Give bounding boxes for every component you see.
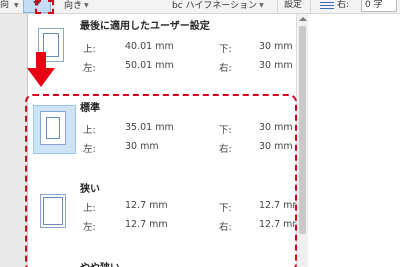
orientation-button[interactable]: 向き ▼	[64, 0, 89, 12]
hyphenation-label: bc ハイフネーション	[172, 1, 258, 11]
hyphenation-button[interactable]: bc ハイフネーション ▼	[172, 0, 264, 12]
annotation-highlight-box-small	[35, 0, 54, 14]
right-indent-input[interactable]: 0 字	[361, 0, 397, 12]
right-indent-label: 右:	[337, 0, 350, 10]
scrollbar-thumb[interactable]	[299, 26, 306, 234]
orientation-label: 向き	[64, 1, 83, 11]
right-indent-icon	[320, 2, 334, 10]
scroll-up-arrow-icon[interactable]	[299, 17, 307, 21]
page-setup-label: 設定	[284, 0, 303, 10]
annotation-highlight-box-large	[25, 94, 297, 267]
document-page-area	[308, 14, 400, 267]
ribbon-bar: 向 ▼ 向き ▼ bc ハイフネーション ▼ 設定 右: 0 字	[0, 0, 400, 14]
annotation-arrow-down-icon	[36, 52, 46, 68]
page-setup-button[interactable]: 設定	[277, 0, 311, 14]
ribbon-truncated-label: 向	[0, 0, 10, 10]
margin-option-last-custom[interactable]: 最後に適用したユーザー設定 上: 40.01 mm 下: 30 mm 左: 50…	[28, 14, 296, 76]
document-left-area	[0, 14, 27, 267]
dropdown-scrollbar[interactable]	[296, 14, 308, 267]
chevron-down-icon: ▼	[14, 2, 19, 9]
annotation-arrow-head-icon	[27, 68, 55, 87]
chevron-down-icon: ▼	[84, 2, 89, 9]
margin-option-name: 最後に適用したユーザー設定	[80, 21, 210, 32]
chevron-down-icon: ▼	[259, 2, 264, 9]
right-indent-value: 0 字	[365, 0, 383, 10]
